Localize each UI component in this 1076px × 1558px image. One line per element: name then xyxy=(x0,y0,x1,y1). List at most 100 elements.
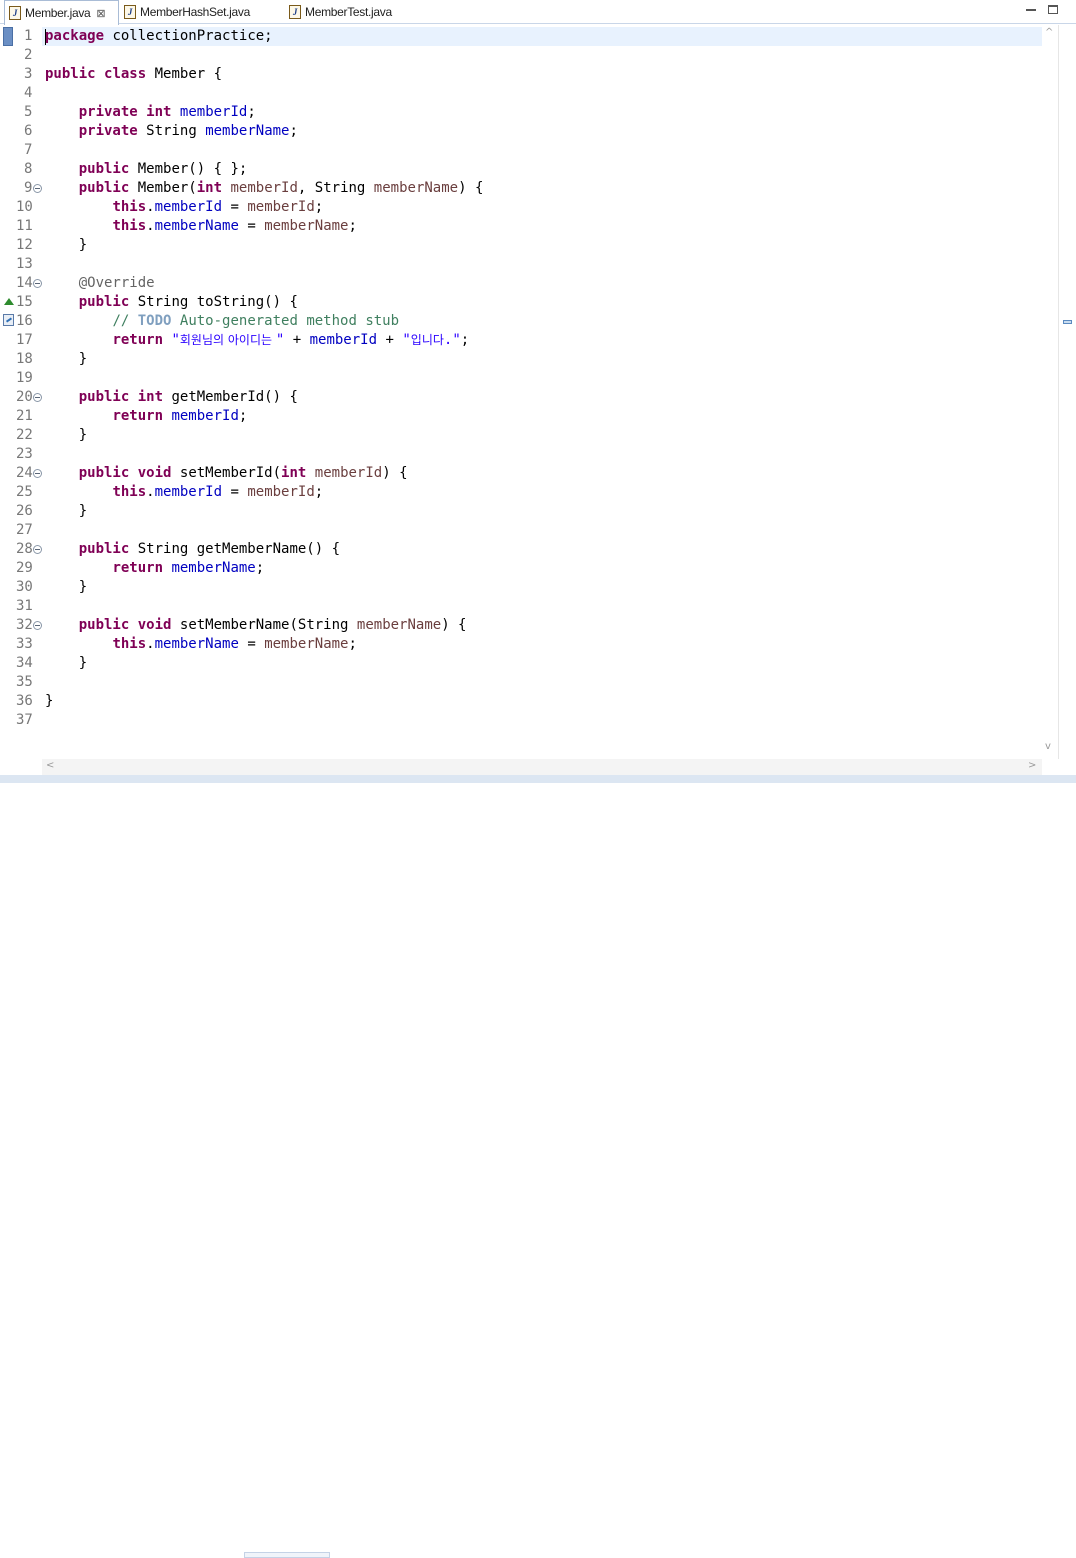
close-icon[interactable]: ⊠ xyxy=(96,7,105,20)
line-number: 15 xyxy=(16,294,33,310)
code-token: public xyxy=(78,180,130,196)
tab-label: MemberHashSet.java xyxy=(140,5,250,19)
code-line[interactable]: public Member(int memberId, String membe… xyxy=(45,179,484,198)
code-editor[interactable]: 1 2 3 4 5 6 7 8 9 10 11 12 13 14 15 16 17 18 19 20 21 22 23 24 2… xyxy=(0,25,1058,759)
horizontal-scrollbar[interactable]: < > xyxy=(42,759,1042,775)
code-token: . xyxy=(146,636,155,652)
tab-membertest-java[interactable]: J MemberTest.java xyxy=(289,0,419,24)
code-line[interactable]: @Override xyxy=(45,274,155,293)
minimize-icon[interactable] xyxy=(1026,5,1036,11)
code-token: ; xyxy=(348,636,357,652)
code-line[interactable]: this.memberName = memberName; xyxy=(45,635,357,654)
scroll-down-icon[interactable]: v xyxy=(1045,741,1051,752)
code-line[interactable]: return memberId; xyxy=(45,407,247,426)
scroll-right-icon[interactable]: > xyxy=(1028,760,1036,771)
code-line[interactable]: public Member() { }; xyxy=(45,160,248,179)
line-number: 4 xyxy=(24,85,33,101)
code-token: int xyxy=(281,465,307,481)
code-line[interactable]: public class Member { xyxy=(45,65,222,84)
code-token: " xyxy=(171,332,180,348)
tab-label: Member.java xyxy=(25,6,91,20)
scroll-left-icon[interactable]: < xyxy=(46,760,54,771)
code-token: . xyxy=(146,484,155,500)
code-token: return xyxy=(112,408,164,424)
override-triangle-icon[interactable] xyxy=(4,298,14,305)
fold-toggle-icon[interactable] xyxy=(33,545,42,554)
code-token: ; xyxy=(289,123,298,139)
code-token: . xyxy=(146,199,155,215)
tab-memberhashset-java[interactable]: J MemberHashSet.java xyxy=(124,0,274,24)
java-file-icon: J xyxy=(289,5,301,19)
code-token: public xyxy=(78,617,130,633)
code-line[interactable]: } xyxy=(45,654,87,673)
code-token: memberId xyxy=(314,465,383,481)
fold-toggle-icon[interactable] xyxy=(33,184,42,193)
code-line[interactable]: public String toString() { xyxy=(45,293,298,312)
fold-toggle-icon[interactable] xyxy=(33,393,42,402)
overview-ruler[interactable] xyxy=(1058,25,1076,759)
code-token: ; xyxy=(314,484,324,500)
code-line[interactable]: private int memberId; xyxy=(45,103,256,122)
code-token: ) { xyxy=(458,180,484,196)
code-line[interactable]: this.memberId = memberId; xyxy=(45,198,323,217)
code-line[interactable]: return "회원님의 아이디는 " + memberId + "입니다."; xyxy=(45,331,469,350)
code-line[interactable]: // TODO Auto-generated method stub xyxy=(45,312,399,331)
fold-toggle-icon[interactable] xyxy=(33,621,42,630)
minimized-panel-tab[interactable] xyxy=(244,1552,330,1558)
code-token: this xyxy=(112,636,147,652)
code-token: memberId xyxy=(247,199,315,215)
code-token: public xyxy=(45,66,96,82)
tab-member-java[interactable]: J Member.java ⊠ xyxy=(4,0,119,25)
fold-toggle-icon[interactable] xyxy=(33,469,42,478)
line-number: 8 xyxy=(24,161,33,177)
line-number: 12 xyxy=(16,237,33,253)
line-number: 14 xyxy=(16,274,42,293)
line-number: 17 xyxy=(16,332,33,348)
fold-toggle-icon[interactable] xyxy=(33,279,42,288)
line-number: 31 xyxy=(16,598,33,614)
code-line[interactable]: } xyxy=(45,578,87,597)
code-line[interactable]: } xyxy=(45,502,87,521)
code-line[interactable]: this.memberName = memberName; xyxy=(45,217,357,236)
code-token: Member { xyxy=(154,66,223,82)
code-line[interactable]: public String getMemberName() { xyxy=(45,540,340,559)
code-line[interactable]: return memberName; xyxy=(45,559,264,578)
code-token: } xyxy=(45,693,54,709)
code-token: ; xyxy=(255,560,265,576)
code-token: memberId xyxy=(154,484,223,500)
code-line[interactable]: } xyxy=(45,692,53,711)
code-area[interactable]: package collectionPractice; public class … xyxy=(45,25,1045,759)
code-line[interactable]: private String memberName; xyxy=(45,122,298,141)
code-token: = xyxy=(230,484,239,500)
task-marker-icon[interactable] xyxy=(3,314,14,326)
code-token: ; xyxy=(460,332,470,348)
code-token: memberName xyxy=(205,123,290,139)
code-token: ; xyxy=(247,104,256,120)
code-token: memberId xyxy=(171,408,239,424)
code-line[interactable]: package collectionPractice; xyxy=(45,27,273,46)
code-token: . xyxy=(146,218,155,234)
maximize-icon[interactable] xyxy=(1048,5,1058,14)
code-line[interactable]: } xyxy=(45,236,87,255)
code-line[interactable]: } xyxy=(45,426,87,445)
vertical-scrollbar[interactable]: ^ v xyxy=(1042,25,1058,759)
code-line[interactable]: public void setMemberName(String memberN… xyxy=(45,616,467,635)
code-token: public xyxy=(78,161,130,177)
text-caret xyxy=(45,29,46,45)
scroll-up-icon[interactable]: ^ xyxy=(1045,27,1053,38)
task-overview-marker[interactable] xyxy=(1063,320,1072,324)
code-line[interactable]: public int getMemberId() { xyxy=(45,388,298,407)
code-line[interactable]: this.memberId = memberId; xyxy=(45,483,323,502)
code-token: String getMemberName() { xyxy=(137,541,341,557)
code-line[interactable]: } xyxy=(45,350,87,369)
code-line[interactable]: public void setMemberId(int memberId) { xyxy=(45,464,408,483)
